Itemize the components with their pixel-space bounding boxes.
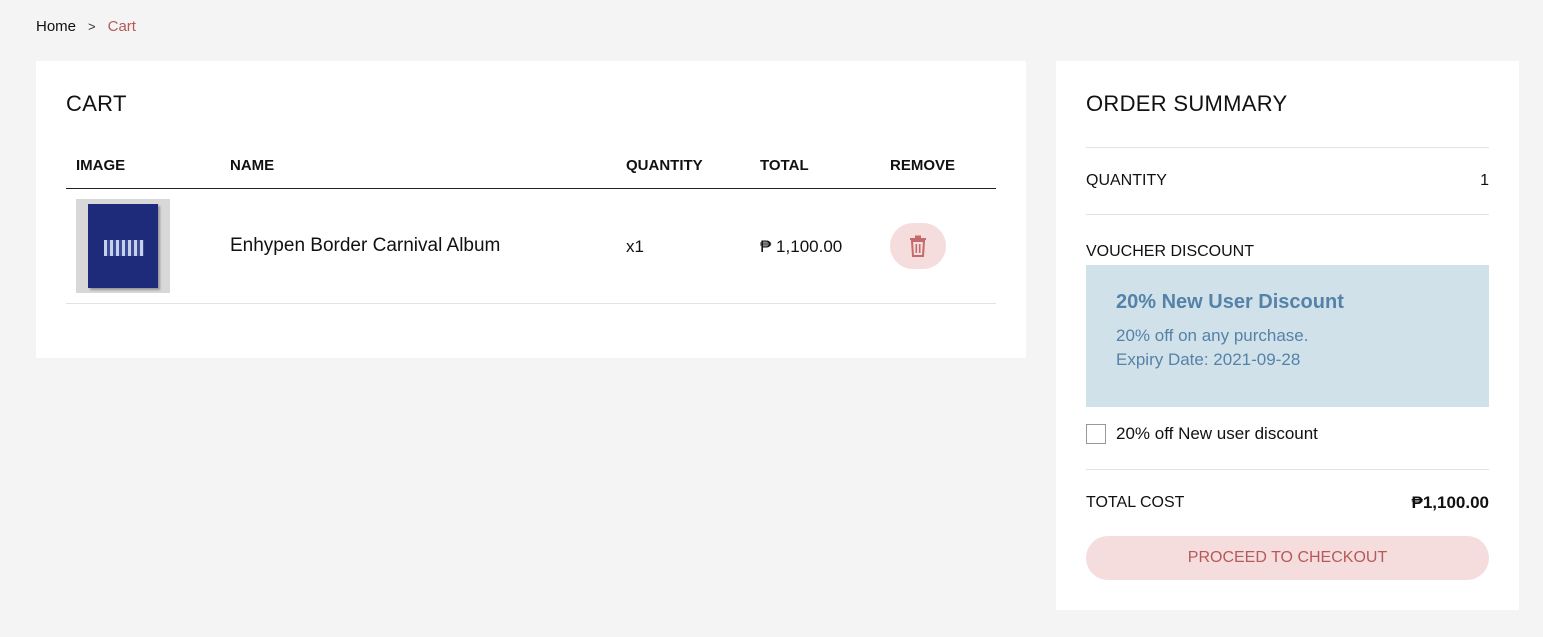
- voucher-checkbox-row: 20% off New user discount: [1086, 423, 1489, 445]
- column-header-image: IMAGE: [76, 157, 126, 174]
- voucher-description: 20% off on any purchase.: [1116, 326, 1309, 345]
- total-cost-label: TOTAL COST: [1086, 494, 1185, 511]
- breadcrumb-current: Cart: [107, 18, 136, 35]
- voucher-checkbox-label[interactable]: 20% off New user discount: [1116, 424, 1318, 444]
- cart-table: IMAGE NAME QUANTITY TOTAL REMOVE Enhypen…: [66, 157, 996, 304]
- voucher-title: 20% New User Discount: [1116, 291, 1344, 313]
- divider: [1086, 214, 1489, 215]
- product-quantity: x1: [626, 237, 644, 256]
- total-cost-value: ₱1,100.00: [1411, 493, 1489, 512]
- cart-title: CART: [66, 91, 127, 116]
- breadcrumb-home-link[interactable]: Home: [36, 18, 76, 35]
- column-header-remove: REMOVE: [890, 157, 956, 174]
- summary-quantity-row: QUANTITY 1: [1086, 148, 1489, 214]
- breadcrumb: Home > Cart: [36, 18, 136, 35]
- summary-quantity-label: QUANTITY: [1086, 172, 1167, 189]
- order-summary-title: ORDER SUMMARY: [1086, 91, 1288, 116]
- product-name[interactable]: Enhypen Border Carnival Album: [230, 235, 500, 257]
- column-header-total: TOTAL: [760, 157, 809, 174]
- trash-icon: [910, 235, 926, 257]
- column-header-name: NAME: [230, 157, 275, 174]
- product-total: ₱ 1,100.00: [760, 237, 843, 256]
- voucher-expiry: Expiry Date: 2021-09-28: [1116, 350, 1301, 369]
- table-row: Enhypen Border Carnival Album x1 ₱ 1,100…: [66, 189, 996, 304]
- remove-item-button[interactable]: [890, 223, 946, 269]
- total-cost-row: TOTAL COST ₱1,100.00: [1086, 470, 1489, 536]
- product-image: [76, 199, 170, 293]
- album-cover-icon: [88, 204, 158, 288]
- voucher-card[interactable]: 20% New User Discount 20% off on any pur…: [1086, 265, 1489, 407]
- order-summary-panel: ORDER SUMMARY QUANTITY 1 VOUCHER DISCOUN…: [1056, 61, 1519, 610]
- voucher-checkbox[interactable]: [1086, 424, 1106, 444]
- cart-table-header: IMAGE NAME QUANTITY TOTAL REMOVE: [66, 157, 996, 189]
- summary-quantity-value: 1: [1480, 172, 1489, 189]
- voucher-discount-label: VOUCHER DISCOUNT: [1086, 243, 1255, 260]
- proceed-to-checkout-button[interactable]: PROCEED TO CHECKOUT: [1086, 536, 1489, 580]
- breadcrumb-separator: >: [88, 19, 96, 34]
- cart-panel: CART IMAGE NAME QUANTITY TOTAL REMOVE En…: [36, 61, 1026, 358]
- column-header-quantity: QUANTITY: [626, 157, 703, 174]
